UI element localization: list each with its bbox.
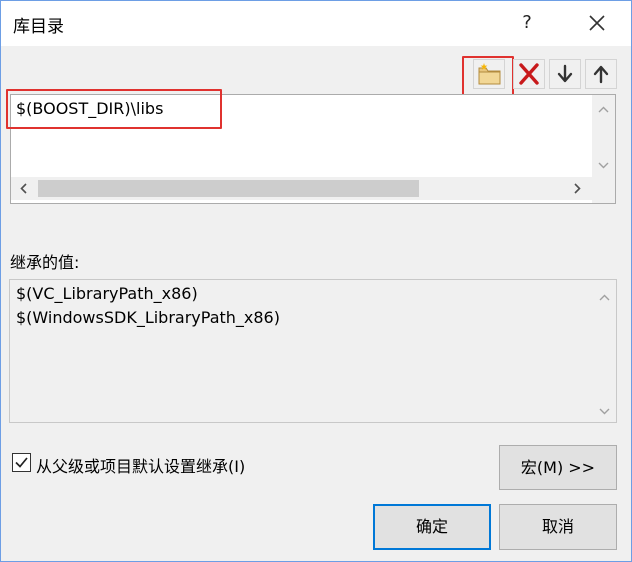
- inherited-values-box: $(VC_LibraryPath_x86) $(WindowsSDK_Libra…: [9, 279, 617, 423]
- scroll-down-icon[interactable]: [598, 159, 609, 172]
- move-down-icon: [557, 64, 573, 83]
- scroll-down-icon[interactable]: [599, 405, 610, 418]
- list-vertical-scrollbar[interactable]: [592, 95, 615, 177]
- scroll-corner: [592, 177, 615, 203]
- checkmark-icon: [15, 457, 28, 468]
- inherited-value: $(WindowsSDK_LibraryPath_x86): [16, 308, 280, 327]
- macros-button[interactable]: 宏(M) >>: [499, 445, 617, 490]
- move-up-icon: [593, 65, 609, 84]
- inherit-checkbox[interactable]: [12, 453, 31, 472]
- scroll-up-icon[interactable]: [598, 103, 609, 116]
- inherited-value: $(VC_LibraryPath_x86): [16, 284, 198, 303]
- inherited-vertical-scrollbar[interactable]: [593, 280, 616, 422]
- scroll-up-icon[interactable]: [599, 291, 610, 304]
- ok-button[interactable]: 确定: [373, 504, 491, 550]
- horizontal-scroll-thumb[interactable]: [38, 180, 419, 197]
- title-bar: 库目录 ?: [1, 1, 631, 46]
- entry-highlight: [6, 89, 222, 129]
- close-icon: [589, 15, 605, 31]
- inherit-checkbox-label[interactable]: 从父级或项目默认设置继承(I): [36, 453, 245, 477]
- new-line-highlight: [462, 56, 514, 98]
- help-button[interactable]: ?: [515, 9, 539, 37]
- move-up-button[interactable]: [585, 59, 617, 89]
- close-button[interactable]: [579, 7, 615, 39]
- list-horizontal-scrollbar[interactable]: [11, 177, 594, 200]
- delete-line-button[interactable]: [513, 59, 545, 89]
- cancel-button[interactable]: 取消: [499, 504, 617, 550]
- delete-icon: [519, 63, 539, 85]
- library-directories-dialog: 库目录 ? $(BOOST_DIR)\libs 继承的值: $(VC_Libra…: [0, 0, 632, 562]
- inherited-values-label: 继承的值:: [10, 253, 80, 272]
- scroll-right-icon[interactable]: [574, 183, 581, 197]
- dialog-title: 库目录: [13, 17, 64, 37]
- move-down-button[interactable]: [549, 59, 581, 89]
- scroll-left-icon[interactable]: [20, 183, 27, 197]
